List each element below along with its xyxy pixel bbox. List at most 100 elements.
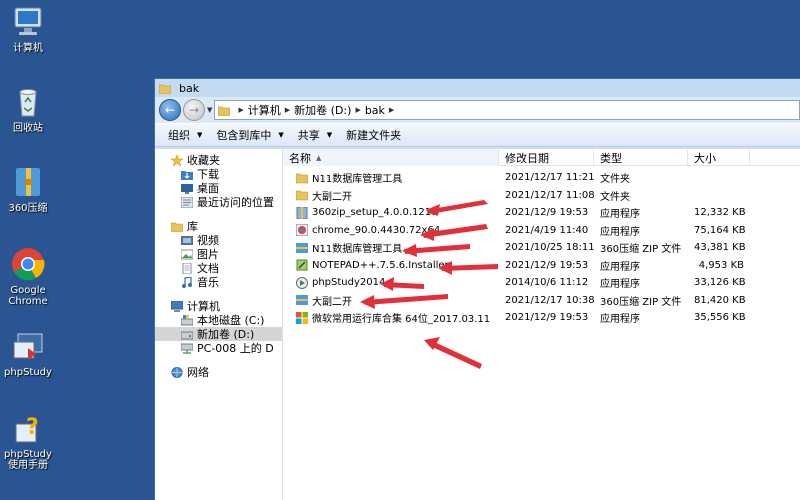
breadcrumb-computer[interactable]: 计算机 [248, 102, 281, 118]
back-button[interactable]: ← [159, 99, 181, 121]
new-folder-button[interactable]: 新建文件夹 [339, 125, 408, 145]
file-date: 2021/12/17 10:38 [505, 294, 594, 306]
phpstudy-icon [10, 328, 46, 364]
zip-icon [296, 294, 308, 306]
recycle-bin-icon [10, 84, 46, 120]
desktop-icon-label: phpStudy使用手册 [4, 449, 52, 471]
computer-icon [170, 300, 184, 312]
archive-360-icon [10, 164, 46, 200]
chevron-right-icon[interactable]: ▶ [355, 106, 360, 114]
file-list-pane: 名称 ▲ 修改日期 类型 大小 N11数据库管理工具 2021/12/17 11… [283, 149, 800, 500]
column-header-name[interactable]: 名称 ▲ [283, 149, 499, 166]
folder-icon [218, 105, 231, 116]
library-icon [170, 221, 184, 232]
column-date-label: 修改日期 [505, 151, 549, 165]
desktop-icon-recycle-bin[interactable]: 回收站 [0, 84, 56, 134]
address-row: ← → ▼ ▶ 计算机 ▶ 新加卷 (D:) ▶ bak ▶ [155, 97, 800, 123]
file-date: 2021/12/9 19:53 [505, 312, 589, 324]
drive-icon [180, 329, 194, 340]
file-name: NOTEPAD++.7.5.6.Installer [312, 259, 449, 271]
breadcrumb-drive-d[interactable]: 新加卷 (D:) [294, 102, 351, 118]
network-drive-icon [180, 343, 194, 354]
chrome-icon [10, 246, 46, 282]
nav-item-pictures[interactable]: 图片 [155, 247, 282, 261]
file-row[interactable]: N11数据库管理工具 2021/10/25 18:11 360压缩 ZIP 文件… [283, 239, 800, 257]
nav-item-downloads[interactable]: 下载 [155, 167, 282, 181]
chevron-right-icon[interactable]: ▶ [285, 106, 290, 114]
column-header-type[interactable]: 类型 [594, 149, 688, 166]
address-bar[interactable]: ▶ 计算机 ▶ 新加卷 (D:) ▶ bak ▶ [214, 100, 800, 120]
nav-favorites[interactable]: 收藏夹 [155, 153, 282, 167]
file-row[interactable]: phpStudy2014 2014/10/6 11:12 应用程序 33,126… [283, 274, 800, 292]
chevron-right-icon[interactable]: ▶ [389, 106, 394, 114]
nav-item-documents[interactable]: 文档 [155, 261, 282, 275]
file-size: 35,556 KB [694, 312, 746, 324]
desktop-icon-label: Google Chrome [8, 285, 48, 307]
share-button[interactable]: 共享 ▼ [291, 125, 339, 145]
column-header-size[interactable]: 大小 [688, 149, 750, 166]
include-in-library-button[interactable]: 包含到库中 ▼ [209, 125, 290, 145]
file-row[interactable]: 微软常用运行库合集 64位_2017.03.11 2021/12/9 19:53… [283, 309, 800, 327]
file-size: 12,332 KB [694, 207, 746, 219]
nav-item-network-drive[interactable]: PC-008 上的 D [155, 341, 282, 355]
desktop-icon-label: 360压缩 [8, 203, 48, 214]
phpstudy-icon [296, 276, 308, 289]
nav-item-label: 最近访问的位置 [197, 196, 274, 209]
column-header: 名称 ▲ 修改日期 类型 大小 [283, 149, 800, 166]
nav-item-videos[interactable]: 视频 [155, 233, 282, 247]
file-size: 4,953 KB [698, 259, 744, 271]
zip-icon [296, 242, 308, 254]
breadcrumb-bak[interactable]: bak [365, 104, 385, 117]
desktop-icon-chrome[interactable]: Google Chrome [0, 246, 56, 307]
chevron-right-icon[interactable]: ▶ [238, 106, 243, 114]
file-name: phpStudy2014 [312, 277, 386, 289]
file-row[interactable]: N11数据库管理工具 2021/12/17 11:21 文件夹 [283, 169, 800, 187]
window-titlebar[interactable]: bak [155, 79, 800, 97]
nav-group-network: 网络 [155, 365, 282, 379]
chrome-setup-icon [295, 224, 309, 237]
desktop-icon-phpstudy-manual[interactable]: ? phpStudy使用手册 [0, 410, 56, 471]
forward-button[interactable]: → [183, 99, 205, 121]
column-header-date[interactable]: 修改日期 [499, 149, 594, 166]
file-date: 2021/10/25 18:11 [505, 242, 594, 254]
folder-icon [295, 189, 309, 201]
nav-item-desktop[interactable]: 桌面 [155, 181, 282, 195]
nav-item-label: PC-008 上的 D [197, 342, 274, 355]
arrow-left-icon: ← [164, 103, 176, 117]
file-list: N11数据库管理工具 2021/12/17 11:21 文件夹 大副二开 202… [283, 166, 800, 327]
organize-button[interactable]: 组织 ▼ [161, 125, 209, 145]
desktop-icon-phpstudy[interactable]: phpStudy [0, 328, 56, 378]
file-row[interactable]: NOTEPAD++.7.5.6.Installer 2021/12/9 19:5… [283, 257, 800, 275]
nav-network-label: 网络 [187, 366, 209, 379]
file-name: 微软常用运行库合集 64位_2017.03.11 [312, 314, 491, 326]
nav-group-computer: 计算机 本地磁盘 (C:) 新加卷 (D:) PC-008 上的 D [155, 299, 282, 355]
file-type: 360压缩 ZIP 文件 [600, 244, 682, 256]
nav-computer[interactable]: 计算机 [155, 299, 282, 313]
desktop-icon-computer[interactable]: 计算机 [0, 4, 56, 54]
arrow-right-icon: → [188, 103, 200, 117]
file-row[interactable]: chrome_90.0.4430.72x64 2021/4/19 11:40 应… [283, 222, 800, 240]
nav-item-drive-d[interactable]: 新加卷 (D:) [155, 327, 282, 341]
column-name-label: 名称 [289, 151, 311, 165]
nav-item-music[interactable]: 音乐 [155, 275, 282, 289]
nav-item-drive-c[interactable]: 本地磁盘 (C:) [155, 313, 282, 327]
picture-icon [180, 249, 194, 260]
nav-network[interactable]: 网络 [155, 365, 282, 379]
file-type: 应用程序 [600, 226, 640, 238]
file-size: 33,126 KB [694, 277, 746, 289]
desktop-icon-360zip[interactable]: 360压缩 [0, 164, 56, 214]
file-name: N11数据库管理工具 [312, 174, 403, 186]
nav-item-recent-places[interactable]: 最近访问的位置 [155, 195, 282, 209]
windows-icon [296, 311, 308, 324]
document-icon [181, 262, 193, 274]
file-row[interactable]: 360zip_setup_4.0.0.1210 2021/12/9 19:53 … [283, 204, 800, 222]
file-size: 75,164 KB [694, 224, 746, 236]
star-icon [170, 153, 184, 167]
recent-pages-dropdown[interactable]: ▼ [207, 106, 212, 114]
file-row[interactable]: 大副二开 2021/12/17 10:38 360压缩 ZIP 文件 81,42… [283, 292, 800, 310]
command-bar: 组织 ▼ 包含到库中 ▼ 共享 ▼ 新建文件夹 [155, 123, 800, 147]
nav-libraries[interactable]: 库 [155, 219, 282, 233]
file-date: 2021/12/17 11:08 [505, 189, 594, 201]
file-row[interactable]: 大副二开 2021/12/17 11:08 文件夹 [283, 187, 800, 205]
desktop-icon [181, 183, 193, 194]
